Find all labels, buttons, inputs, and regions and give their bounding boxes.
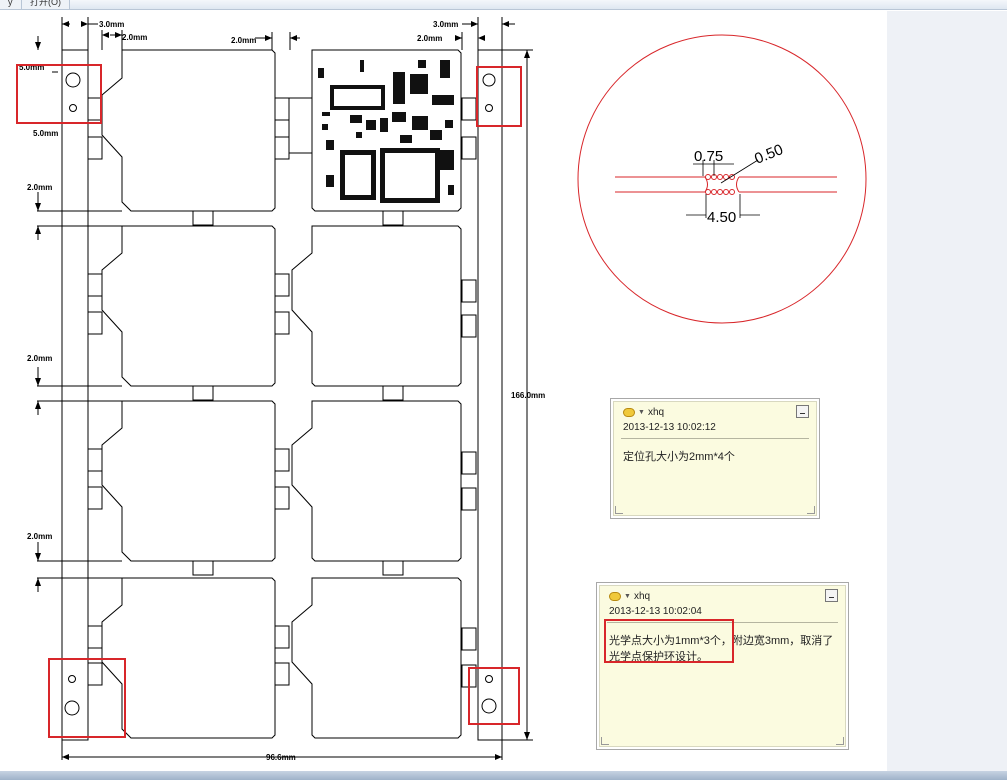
dropdown-caret-icon[interactable]: ▼ xyxy=(638,409,645,416)
comment-bubble-icon xyxy=(609,592,621,601)
resize-grip-icon[interactable] xyxy=(615,506,623,514)
comment-timestamp: 2013-12-13 10:02:04 xyxy=(609,606,702,617)
resize-grip-icon[interactable] xyxy=(807,506,815,514)
dim-label: 166.0mm xyxy=(511,391,545,400)
comment-header[interactable]: ▼ xhq xyxy=(609,591,650,602)
dim-label: 5.0mm xyxy=(33,129,58,138)
dim-label: 3.0mm xyxy=(99,20,124,29)
pcb-board xyxy=(101,225,276,387)
dim-label: 3.0mm xyxy=(433,20,458,29)
pcb-board xyxy=(101,400,276,562)
comment-note[interactable]: ▼ xhq 2013-12-13 10:02:04 光学点大小为1mm*3个，附… xyxy=(596,582,849,750)
dropdown-caret-icon[interactable]: ▼ xyxy=(624,593,631,600)
side-panel xyxy=(887,11,1007,771)
comment-author: xhq xyxy=(647,407,665,418)
right-rail xyxy=(477,49,503,741)
dim-label: 2.0mm xyxy=(122,33,147,42)
detail-view xyxy=(577,34,867,324)
resize-grip-icon[interactable] xyxy=(836,737,844,745)
detail-label-hole: 0.50 xyxy=(752,141,785,168)
comment-bubble-icon xyxy=(623,408,635,417)
highlight-box xyxy=(604,619,734,663)
comment-author: xhq xyxy=(633,591,651,602)
pcb-board xyxy=(101,49,276,212)
pcb-board xyxy=(291,225,462,387)
status-bar xyxy=(0,771,1007,780)
comment-header[interactable]: ▼ xhq xyxy=(623,407,664,418)
pcb-board xyxy=(101,577,276,739)
dim-label: 2.0mm xyxy=(231,36,256,45)
highlight-box xyxy=(476,66,522,127)
left-rail xyxy=(61,49,89,741)
detail-label-pitch: 0.75 xyxy=(694,148,723,165)
toolbar: y 打开(O) xyxy=(0,0,1007,10)
divider xyxy=(621,438,809,439)
dim-label: 2.0mm xyxy=(417,34,442,43)
highlight-box xyxy=(48,658,126,738)
toolbar-tab-open[interactable]: 打开(O) xyxy=(22,0,70,9)
toolbar-tab-1[interactable]: y xyxy=(0,0,22,9)
highlight-box xyxy=(16,64,102,124)
resize-grip-icon[interactable] xyxy=(601,737,609,745)
dim-label: 2.0mm xyxy=(27,532,52,541)
dim-label: 96.6mm xyxy=(266,753,296,762)
comment-text[interactable]: 定位孔大小为2mm*4个 xyxy=(623,449,811,465)
minimize-button[interactable] xyxy=(825,589,838,602)
highlight-box xyxy=(468,667,520,725)
comment-timestamp: 2013-12-13 10:02:12 xyxy=(623,422,716,433)
minimize-button[interactable] xyxy=(796,405,809,418)
comment-note[interactable]: ▼ xhq 2013-12-13 10:02:12 定位孔大小为2mm*4个 xyxy=(610,398,820,519)
detail-label-span: 4.50 xyxy=(707,209,736,226)
dim-label: 2.0mm xyxy=(27,354,52,363)
pcb-board xyxy=(291,400,462,562)
dim-label: 2.0mm xyxy=(27,183,52,192)
pcb-board xyxy=(291,577,462,739)
